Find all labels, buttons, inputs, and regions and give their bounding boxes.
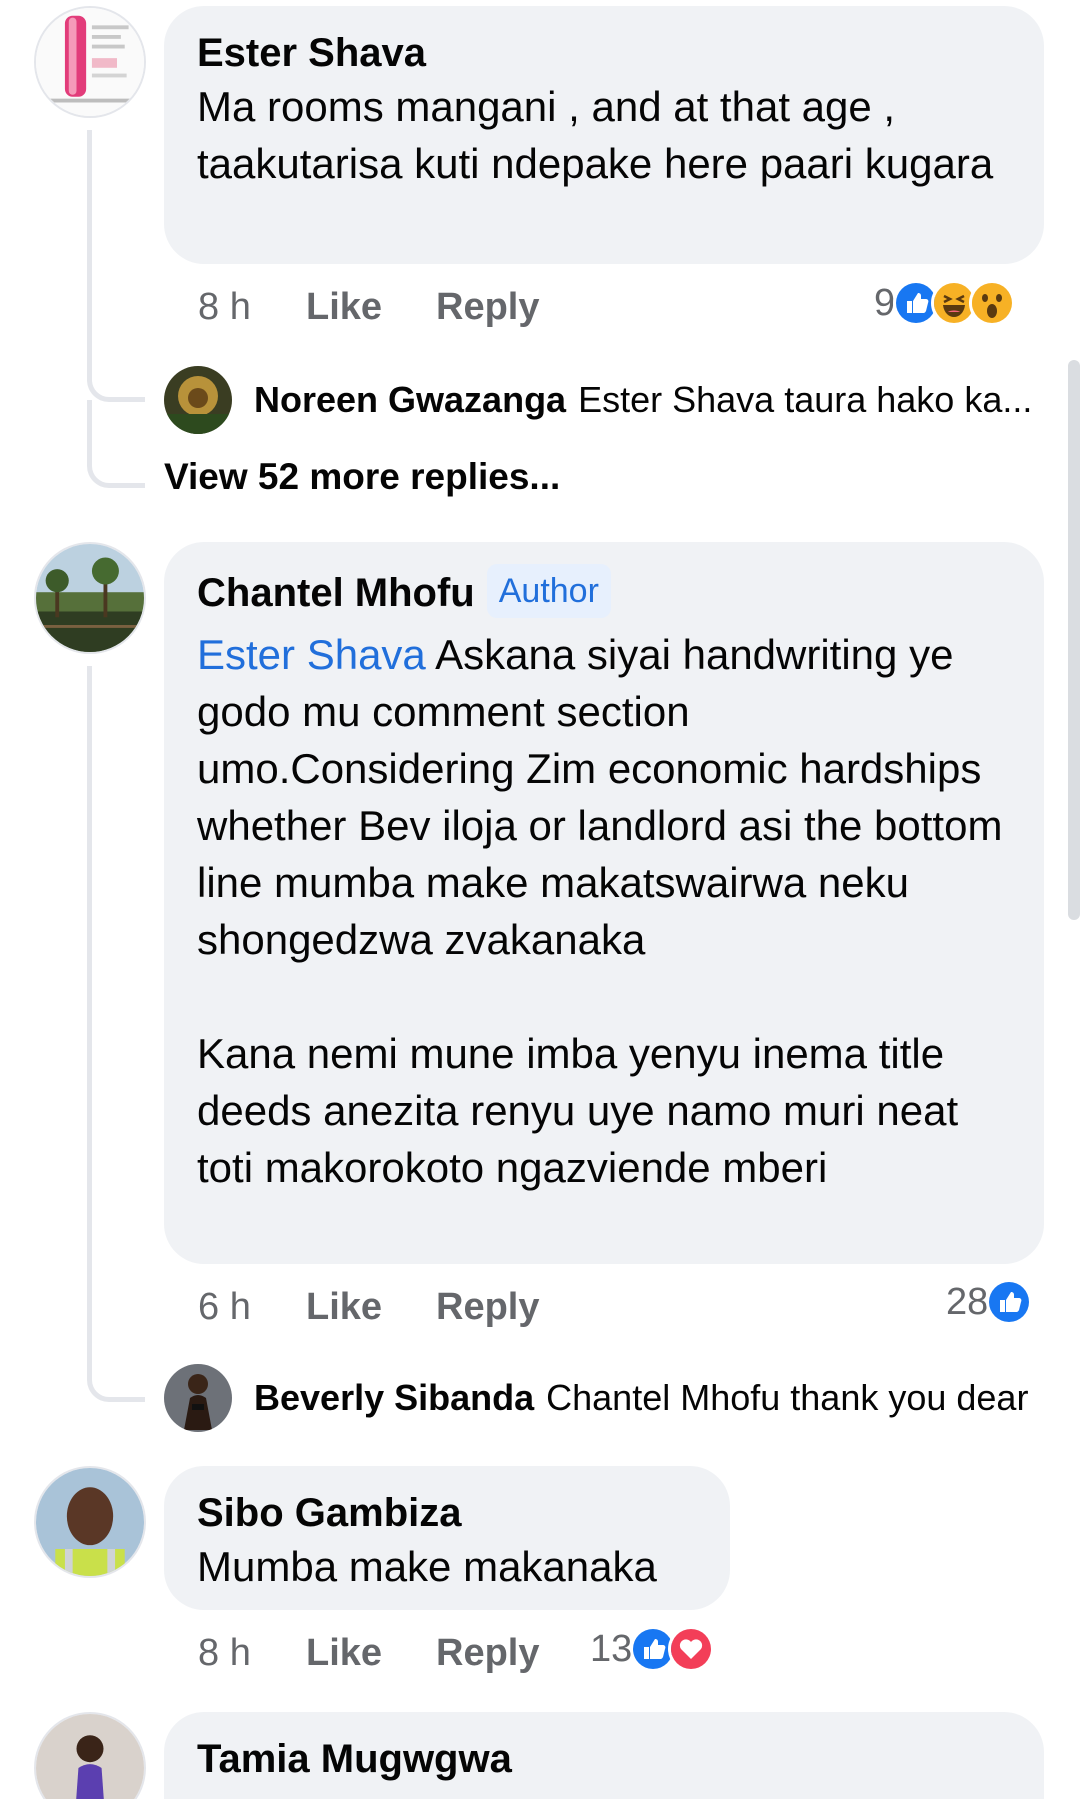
avatar-sibo-gambiza[interactable] [34,1466,146,1578]
thread-line [87,666,92,1366]
comment-time[interactable]: 8 h [198,1630,251,1676]
author-badge: Author [486,564,611,618]
comment-actions: 6 h Like Reply [198,1284,1058,1334]
reply-author-name[interactable]: Noreen Gwazanga [254,379,566,420]
reaction-count: 28 [946,1280,989,1323]
view-more-replies-link[interactable]: View 52 more replies... [164,456,560,498]
comment-author-name[interactable]: Ester Shava [197,28,1011,78]
reply-button[interactable]: Reply [436,1284,539,1330]
thread-line [87,130,92,370]
scrollbar[interactable] [1068,360,1080,920]
comment-bubble[interactable]: Tamia Mugwgwa [164,1712,1044,1799]
reaction-count: 9 [874,281,896,324]
like-button[interactable]: Like [306,1284,382,1330]
comment-text: Ma rooms mangani , and at that age , taa… [197,83,994,187]
avatar-ester-shava[interactable] [34,6,146,118]
comment-author-name[interactable]: Sibo Gambiza [197,1488,697,1538]
garden-photo-icon [36,544,144,652]
reaction-summary[interactable]: 28 [946,1279,1033,1325]
product-photo-icon [36,8,144,116]
reply-text: Ester Shava taura hako ka... [578,379,1033,420]
comment-author-name[interactable]: Tamia Mugwgwa [197,1734,1011,1784]
reply-preview[interactable]: Beverly Sibanda Chantel Mhofu thank you d… [164,1364,1028,1432]
person-photo-icon [36,1714,144,1799]
reaction-summary[interactable]: 13 [590,1626,715,1672]
reply-button[interactable]: Reply [436,1630,539,1676]
person-photo-icon [36,1468,144,1576]
like-button[interactable]: Like [306,1630,382,1676]
comment-bubble[interactable]: Sibo Gambiza Mumba make makanaka [164,1466,730,1610]
wow-reaction-icon [969,280,1016,326]
thread-connector [87,1340,145,1402]
comment-text: Ester Shava Askana siyai handwriting ye … [197,631,1003,1191]
reaction-count: 13 [590,1627,633,1670]
like-reaction-icon [986,1279,1033,1325]
avatar-chantel-mhofu[interactable] [34,542,146,654]
avatar-beverly-sibanda[interactable] [164,1364,232,1432]
comment-time[interactable]: 8 h [198,284,251,330]
comment-time[interactable]: 6 h [198,1284,251,1330]
like-button[interactable]: Like [306,284,382,330]
avatar-tamia-mugwgwa[interactable] [34,1712,146,1799]
reaction-summary[interactable]: 9 [874,280,1016,326]
reply-text: Chantel Mhofu thank you dear [546,1377,1029,1418]
thread-connector [87,340,145,402]
reply-preview[interactable]: Noreen Gwazanga Ester Shava taura hako ka… [164,366,1032,434]
reply-button[interactable]: Reply [436,284,539,330]
mention-link[interactable]: Ester Shava [197,631,426,678]
comment-text: Mumba make makanaka [197,1543,657,1590]
avatar-noreen-gwazanga[interactable] [164,366,232,434]
comment-bubble[interactable]: Chantel Mhofu Author Ester Shava Askana s… [164,542,1044,1264]
reply-author-name[interactable]: Beverly Sibanda [254,1377,534,1418]
comment-author-name[interactable]: Chantel Mhofu [197,571,475,615]
love-reaction-icon [668,1626,715,1672]
thread-connector [87,400,145,488]
comment-bubble[interactable]: Ester Shava Ma rooms mangani , and at th… [164,6,1044,264]
